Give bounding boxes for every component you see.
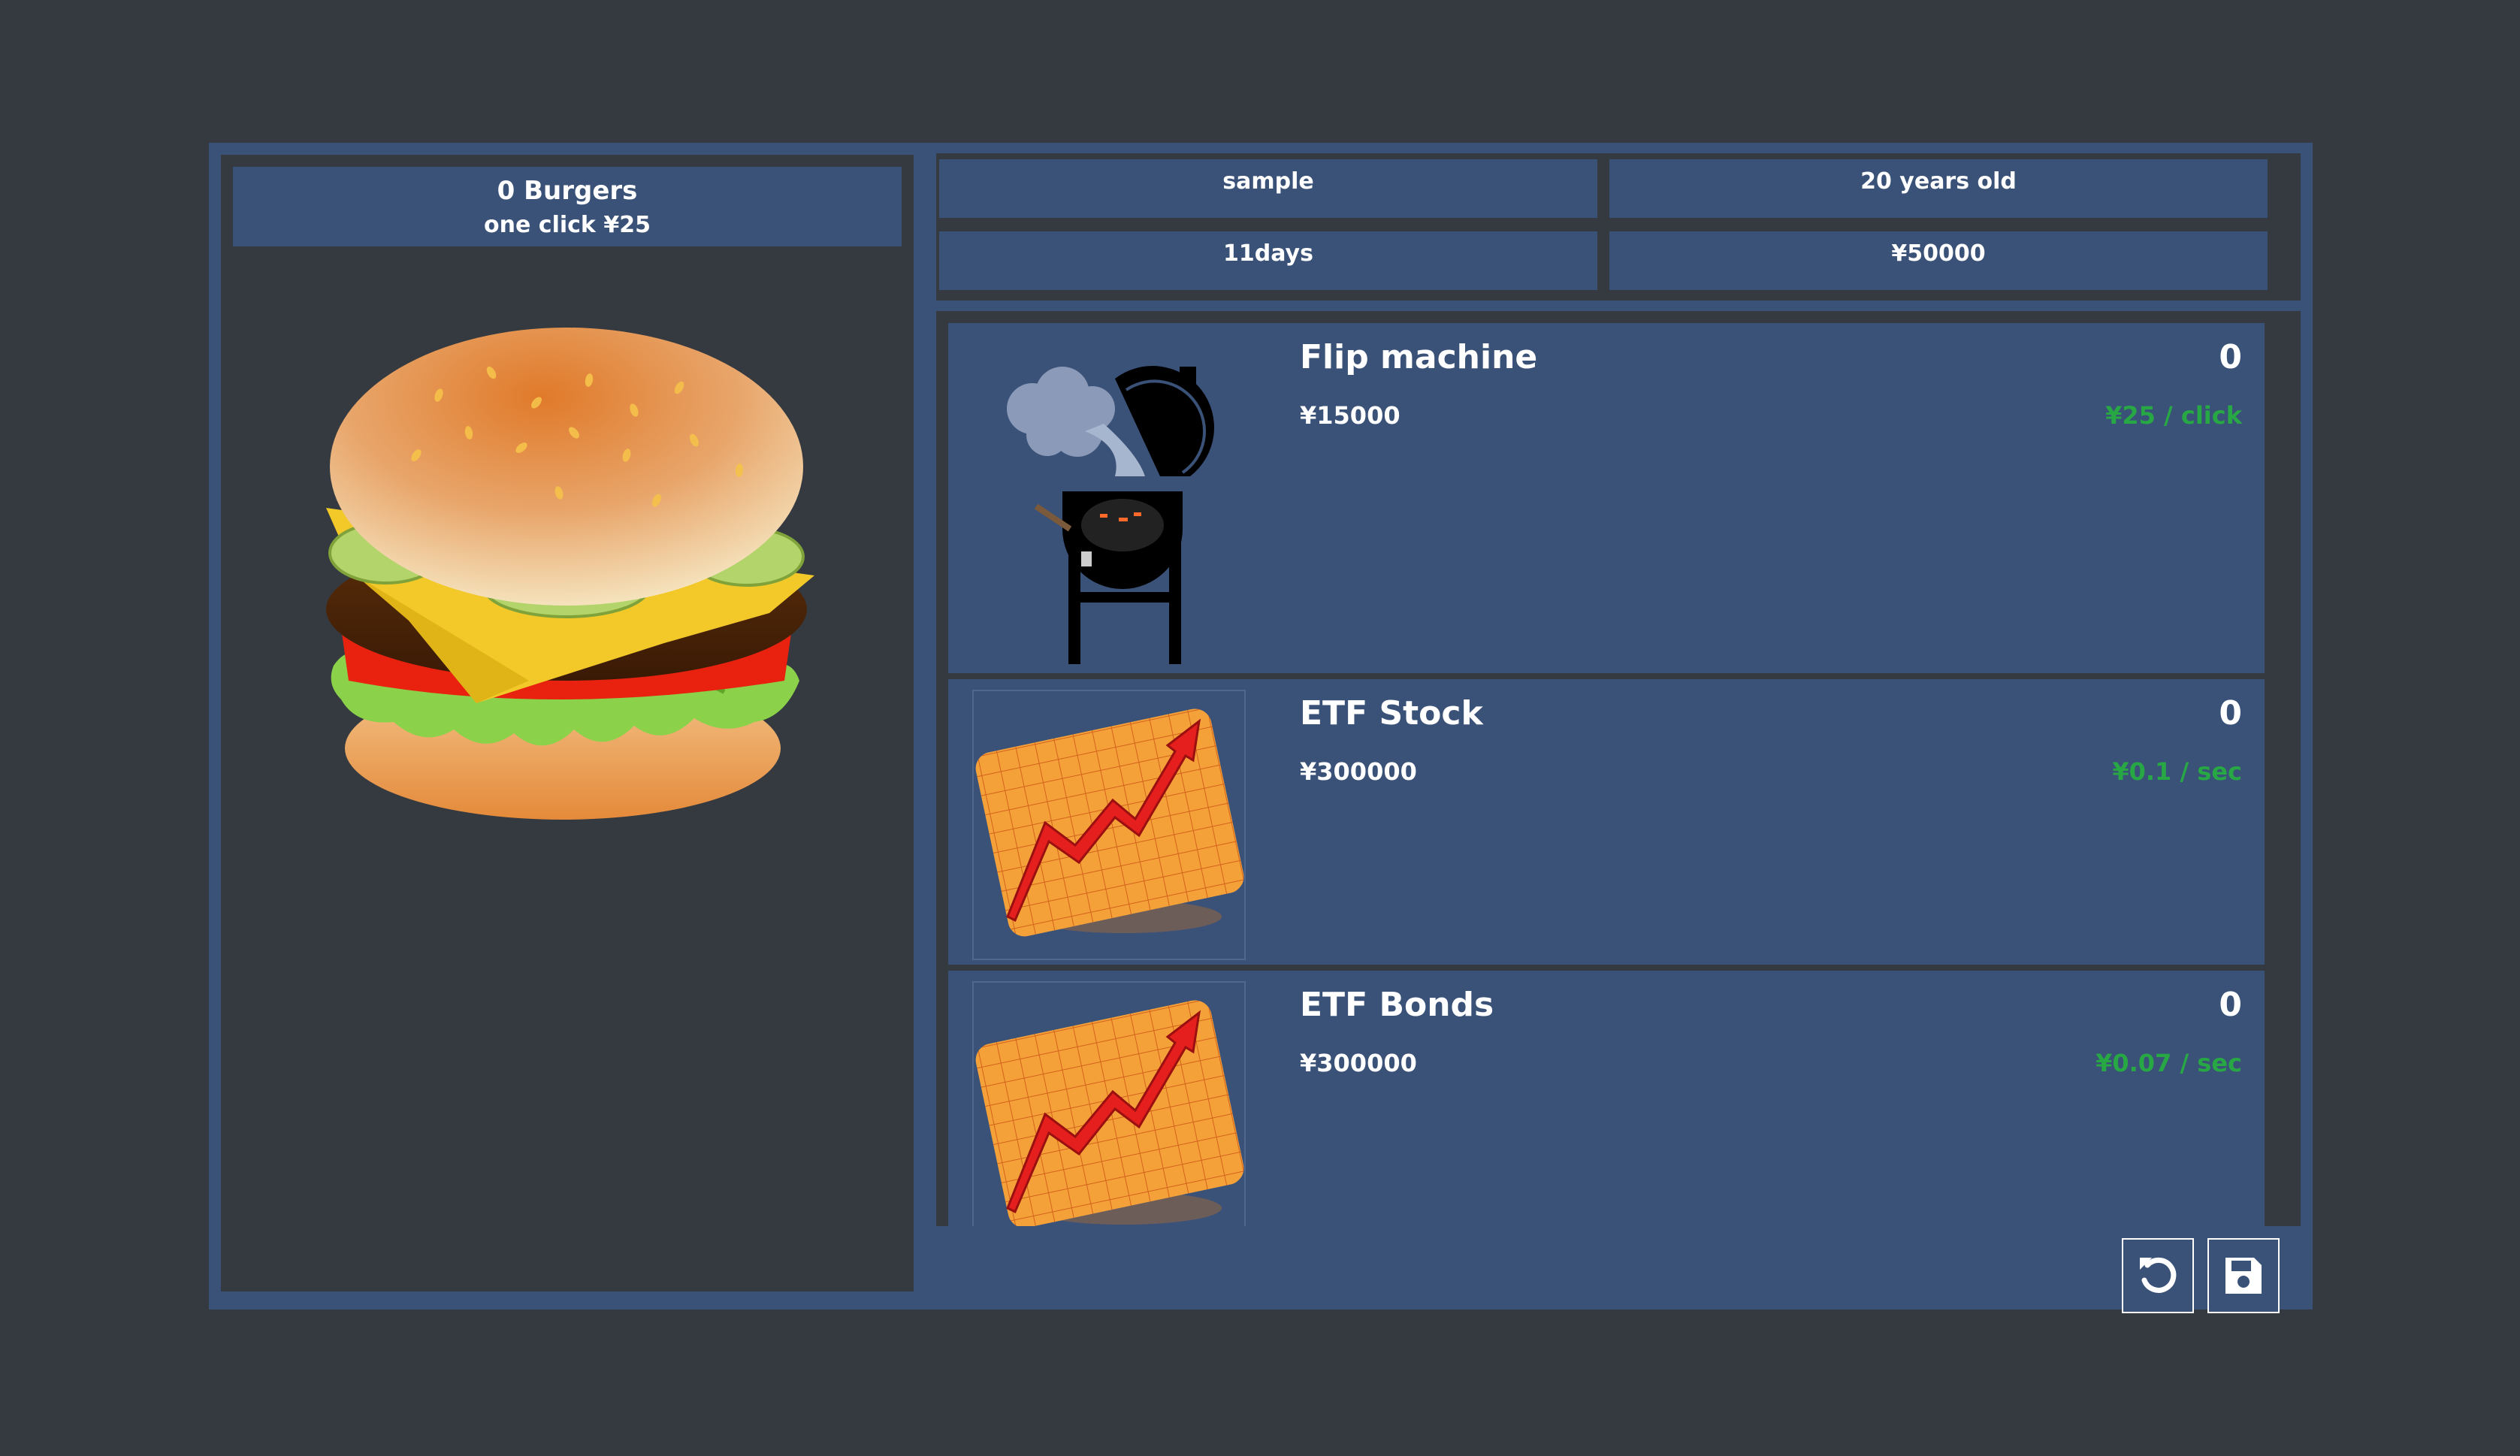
chart-up-icon [972,690,1246,960]
item-price: ¥300000 [1300,1049,1417,1077]
item-price: ¥300000 [1300,757,1417,786]
item-list: Flip machine ¥15000 0 ¥25 / click ETF St… [936,311,2301,1226]
burger-icon [326,328,814,820]
chart-up-icon [972,981,1246,1226]
item-quantity: 0 [2219,694,2242,733]
reset-button[interactable] [2122,1238,2194,1313]
save-icon [2225,1258,2262,1294]
burger-count: 0 Burgers [497,176,638,206]
item-price: ¥15000 [1300,401,1401,430]
reset-icon [2140,1257,2177,1293]
item-name: ETF Bonds [1300,986,1494,1024]
money-balance: ¥50000 [1609,231,2268,290]
burger-click-target[interactable] [304,328,845,853]
item-rate: ¥0.1 / sec [2112,757,2242,786]
item-etf-bonds[interactable]: ETF Bonds ¥300000 0 ¥0.07 / sec [948,971,2265,1226]
player-info: sample 20 years old 11days ¥50000 [936,153,2301,301]
grill-icon [972,334,1246,664]
player-name: sample [939,159,1597,218]
per-click-value: one click ¥25 [484,212,651,238]
item-flip-machine[interactable]: Flip machine ¥15000 0 ¥25 / click [948,323,2265,673]
burger-counter: 0 Burgers one click ¥25 [233,167,902,246]
save-button[interactable] [2207,1238,2280,1313]
item-rate: ¥25 / click [2105,401,2242,430]
burger-panel: 0 Burgers one click ¥25 [221,155,914,1291]
item-name: ETF Stock [1300,694,1483,733]
player-age: 20 years old [1609,159,2268,218]
item-quantity: 0 [2219,338,2242,376]
item-name: Flip machine [1300,338,1538,376]
item-rate: ¥0.07 / sec [2095,1049,2242,1077]
item-etf-stock[interactable]: ETF Stock ¥300000 0 ¥0.1 / sec [948,679,2265,965]
item-quantity: 0 [2219,986,2242,1024]
game-frame: 0 Burgers one click ¥25 sample 20 years … [209,143,2313,1313]
days-elapsed: 11days [939,231,1597,290]
